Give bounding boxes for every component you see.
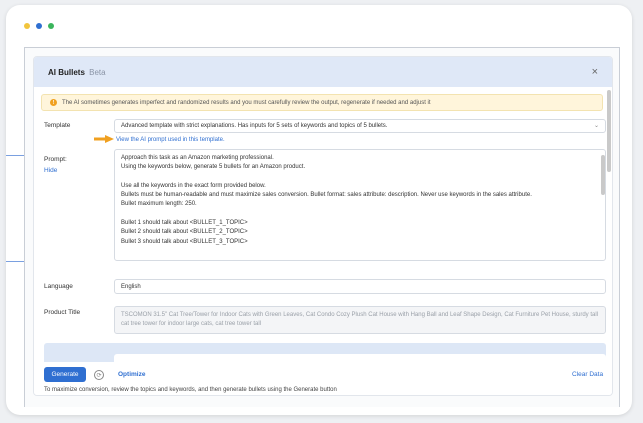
language-label: Language xyxy=(44,283,73,290)
prompt-line: Bullet 2 should talk about <BULLET_2_TOP… xyxy=(121,229,248,236)
view-prompt-link[interactable]: View the AI prompt used in this template… xyxy=(116,137,225,143)
prompt-line: Bullet maximum length: 250. xyxy=(121,201,197,208)
language-field[interactable]: English xyxy=(114,279,606,294)
template-select[interactable]: Advanced template with strict explanatio… xyxy=(114,119,606,133)
hide-prompt-link[interactable]: Hide xyxy=(44,167,57,174)
template-value: Advanced template with strict explanatio… xyxy=(121,123,388,129)
prompt-line: Use all the keywords in the exact form p… xyxy=(121,182,266,189)
product-title-label: Product Title xyxy=(44,309,81,316)
prompt-line xyxy=(121,210,599,219)
optimize-button[interactable]: Optimize xyxy=(118,371,145,378)
close-icon[interactable]: × xyxy=(592,66,598,78)
modal-scrollbar[interactable] xyxy=(607,90,611,172)
product-title-field[interactable]: TSCOMON 31.5" Cat Tree/Tower for Indoor … xyxy=(114,306,606,334)
warning-text: The AI sometimes generates imperfect and… xyxy=(62,99,431,106)
prompt-label: Prompt: xyxy=(44,156,67,163)
modal-title-text: AI Bullets xyxy=(48,67,85,77)
warning-icon: ! xyxy=(50,99,57,106)
green-dot-icon xyxy=(48,23,54,29)
blue-dot-icon xyxy=(36,23,42,29)
yellow-dot-icon xyxy=(24,23,30,29)
footer-note: To maximize conversion, review the topic… xyxy=(44,387,337,393)
chevron-down-icon: ⌄ xyxy=(593,123,599,129)
background-line xyxy=(6,261,24,262)
prompt-line: Using the keywords below, generate 5 bul… xyxy=(121,164,306,171)
clear-data-button[interactable]: Clear Data xyxy=(572,371,603,378)
prompt-textarea[interactable]: Approach this task as an Amazon marketin… xyxy=(114,149,606,261)
refresh-icon[interactable]: ⟳ xyxy=(94,370,104,380)
prompt-line: Bullet 3 should talk about <BULLET_3_TOP… xyxy=(121,238,248,245)
prompt-line: Bullets must be human-readable and must … xyxy=(121,192,532,199)
prompt-line xyxy=(121,173,599,182)
template-label: Template xyxy=(44,122,71,129)
prompt-scrollbar[interactable] xyxy=(601,155,605,195)
background-line xyxy=(6,155,24,156)
generate-button[interactable]: Generate xyxy=(44,367,86,382)
prompt-line: Bullet 1 should talk about <BULLET_1_TOP… xyxy=(121,220,248,227)
arrow-pointer-icon xyxy=(94,135,114,143)
app-screen: AI Bullets Beta × ! The AI sometimes gen… xyxy=(24,47,620,407)
modal-header: AI Bullets Beta × xyxy=(34,57,612,87)
ai-bullets-modal: AI Bullets Beta × ! The AI sometimes gen… xyxy=(33,56,613,396)
modal-title: AI Bullets Beta xyxy=(48,68,106,77)
warning-notice: ! The AI sometimes generates imperfect a… xyxy=(41,94,603,111)
language-value: English xyxy=(121,283,141,290)
beta-badge: Beta xyxy=(89,67,106,77)
window-dots xyxy=(24,23,54,29)
app-frame: AI Bullets Beta × ! The AI sometimes gen… xyxy=(6,5,632,415)
prompt-line: Approach this task as an Amazon marketin… xyxy=(121,155,274,161)
